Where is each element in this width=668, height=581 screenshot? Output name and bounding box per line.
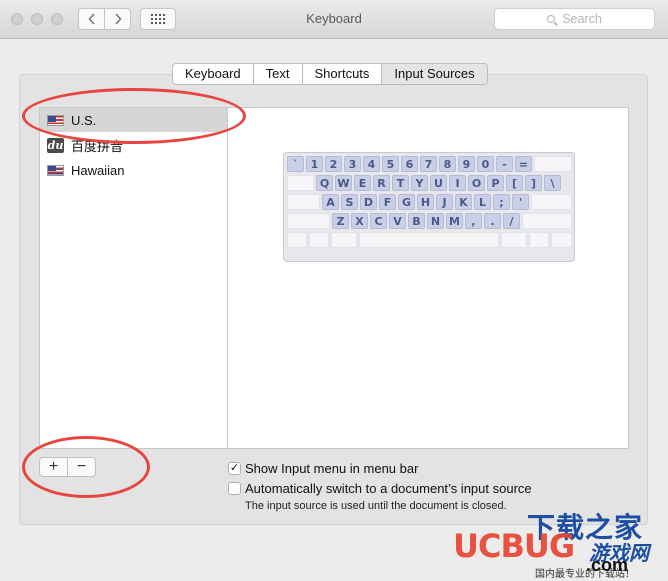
keyboard-key: M	[446, 213, 463, 229]
keyboard-key: J	[436, 194, 453, 210]
keyboard-key: 4	[363, 156, 380, 172]
keyboard-key: 3	[344, 156, 361, 172]
keyboard-key: ;	[493, 194, 510, 210]
keyboard-key: 7	[420, 156, 437, 172]
auto-switch-option[interactable]: Automatically switch to a document’s inp…	[228, 481, 532, 496]
keyboard-key: A	[322, 194, 339, 210]
keyboard-key: 6	[401, 156, 418, 172]
baidu-du-icon: du	[47, 137, 64, 153]
search-placeholder: Search	[562, 12, 602, 26]
keyboard-key: O	[468, 175, 485, 191]
keyboard-key: \	[544, 175, 561, 191]
input-source-list[interactable]: U.S. du 百度拼音 Hawaiian	[39, 107, 228, 449]
annotation-oval-add-remove	[22, 436, 150, 498]
keyboard-key: ]	[525, 175, 542, 191]
tab-keyboard[interactable]: Keyboard	[173, 64, 254, 84]
watermark-tagline: 国内最专业的下载站！	[535, 569, 635, 580]
keyboard-key-blank	[309, 232, 329, 248]
keyboard-key-blank	[551, 232, 572, 248]
show-input-menu-option[interactable]: ✓ Show Input menu in menu bar	[228, 461, 418, 476]
keyboard-layout-preview: ` 1 2 3 4 5 6 7 8 9 0- = Q W E R T Y U I O P[] \ A S D F G H J K L; ' …	[283, 152, 575, 262]
show-input-menu-checkbox[interactable]: ✓	[228, 462, 241, 475]
tab-text[interactable]: Text	[254, 64, 303, 84]
tab-input-sources[interactable]: Input Sources	[382, 64, 487, 84]
keyboard-key: ,	[465, 213, 482, 229]
keyboard-key-blank	[534, 156, 572, 172]
keyboard-key: N	[427, 213, 444, 229]
keyboard-key: Q	[316, 175, 333, 191]
keyboard-key: P	[487, 175, 504, 191]
keyboard-key: S	[341, 194, 358, 210]
keyboard-key-blank	[531, 194, 572, 210]
keyboard-key-blank	[287, 175, 314, 191]
auto-switch-label: Automatically switch to a document’s inp…	[245, 481, 532, 496]
keyboard-key: /	[503, 213, 520, 229]
keyboard-key: 2	[325, 156, 342, 172]
keyboard-key-blank	[359, 232, 499, 248]
keyboard-key: 9	[458, 156, 475, 172]
keyboard-key: `	[287, 156, 304, 172]
watermark-brand: UCBUG	[453, 527, 575, 565]
keyboard-key-blank	[331, 232, 357, 248]
show-input-menu-label: Show Input menu in menu bar	[245, 461, 419, 476]
keyboard-key: C	[370, 213, 387, 229]
keyboard-key: '	[512, 194, 529, 210]
keyboard-key: H	[417, 194, 434, 210]
keyboard-key: T	[392, 175, 409, 191]
keyboard-key: I	[449, 175, 466, 191]
source-item-label: Hawaiian	[71, 162, 125, 178]
keyboard-key: Y	[411, 175, 428, 191]
keyboard-key: [	[506, 175, 523, 191]
keyboard-key: B	[408, 213, 425, 229]
keyboard-key: Z	[332, 213, 349, 229]
keyboard-key: .	[484, 213, 501, 229]
tab-shortcuts[interactable]: Shortcuts	[303, 64, 383, 84]
keyboard-key: R	[373, 175, 390, 191]
keyboard-key: F	[379, 194, 396, 210]
keyboard-key: 5	[382, 156, 399, 172]
auto-switch-note: The input source is used until the docum…	[245, 500, 507, 512]
keyboard-key-blank	[287, 213, 330, 229]
hawaii-flag-icon	[47, 164, 64, 176]
keyboard-key: -	[496, 156, 513, 172]
tab-bar: Keyboard Text Shortcuts Input Sources	[172, 63, 488, 85]
search-field[interactable]: Search	[494, 8, 655, 30]
title-bar: Keyboard Search	[0, 0, 668, 39]
keyboard-key-blank	[522, 213, 572, 229]
keyboard-key: 1	[306, 156, 323, 172]
keyboard-key: L	[474, 194, 491, 210]
source-item-hawaiian[interactable]: Hawaiian	[40, 158, 227, 182]
keyboard-key: X	[351, 213, 368, 229]
keyboard-key: K	[455, 194, 472, 210]
keyboard-key-blank	[287, 194, 320, 210]
auto-switch-checkbox[interactable]	[228, 482, 241, 495]
keyboard-key: E	[354, 175, 371, 191]
annotation-oval-source-list	[22, 88, 246, 144]
keyboard-key: =	[515, 156, 532, 172]
keyboard-key-blank	[529, 232, 549, 248]
keyboard-key: 0	[477, 156, 494, 172]
keyboard-key: 8	[439, 156, 456, 172]
keyboard-key-blank	[287, 232, 307, 248]
keyboard-key-blank	[501, 232, 527, 248]
keyboard-key: G	[398, 194, 415, 210]
search-icon	[547, 15, 556, 23]
keyboard-key: D	[360, 194, 377, 210]
keyboard-key: V	[389, 213, 406, 229]
keyboard-key: W	[335, 175, 352, 191]
keyboard-key: U	[430, 175, 447, 191]
